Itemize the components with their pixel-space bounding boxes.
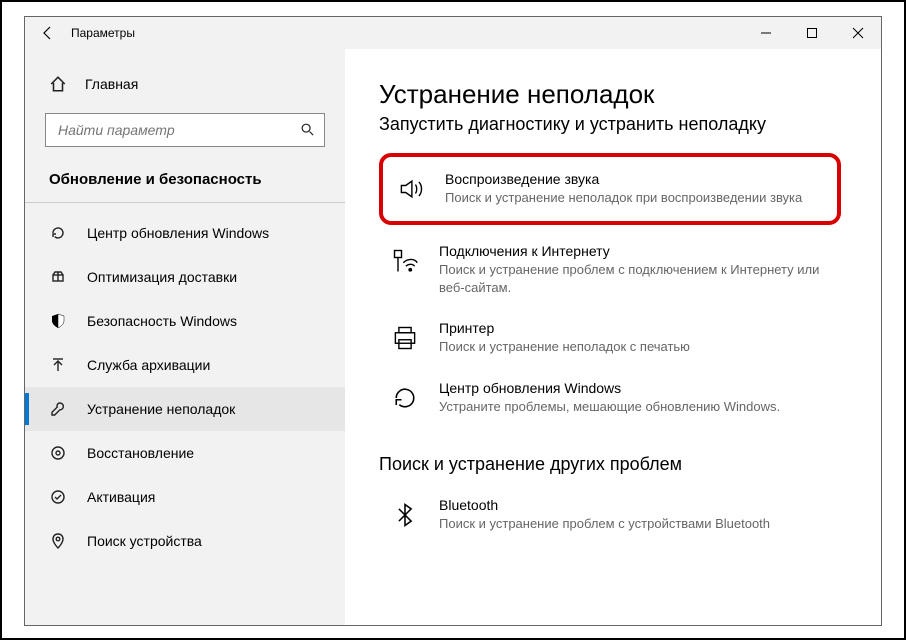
find-device-icon <box>49 532 67 550</box>
bluetooth-icon <box>387 497 423 533</box>
wrench-icon <box>49 400 67 418</box>
troubleshoot-item-name: Воспроизведение звука <box>445 171 827 187</box>
troubleshoot-item[interactable]: Подключения к Интернету Поиск и устранени… <box>379 231 841 308</box>
shield-icon <box>49 312 67 330</box>
printer-icon <box>387 320 423 356</box>
sidebar-item-label: Служба архивации <box>87 357 210 373</box>
back-button[interactable] <box>25 17 71 49</box>
content-pane: Устранение неполадок Запустить диагности… <box>345 49 881 625</box>
sidebar-item-label: Оптимизация доставки <box>87 269 237 285</box>
section2-title: Поиск и устранение других проблем <box>379 454 841 475</box>
troubleshoot-item-desc: Поиск и устранение неполадок при воспрои… <box>445 189 827 207</box>
sidebar-item-label: Активация <box>87 489 155 505</box>
sidebar-item-find-device[interactable]: Поиск устройства <box>25 519 345 563</box>
troubleshoot-item-desc: Поиск и устранение проблем с устройствам… <box>439 515 833 533</box>
sidebar-item-activation[interactable]: Активация <box>25 475 345 519</box>
sidebar-item-recovery[interactable]: Восстановление <box>25 431 345 475</box>
troubleshoot-item-name: Bluetooth <box>439 497 833 513</box>
page-title: Устранение неполадок <box>379 79 841 110</box>
backup-icon <box>49 356 67 374</box>
sidebar-item-label: Поиск устройства <box>87 533 202 549</box>
sidebar-item-label: Устранение неполадок <box>87 401 235 417</box>
titlebar: Параметры <box>25 17 881 49</box>
sidebar-divider <box>25 202 345 203</box>
troubleshoot-item[interactable]: Центр обновления Windows Устраните пробле… <box>379 368 841 428</box>
search-icon <box>300 122 314 139</box>
sidebar-item-label: Центр обновления Windows <box>87 225 269 241</box>
troubleshoot-item[interactable]: Воспроизведение звука Поиск и устранение … <box>385 159 835 219</box>
troubleshoot-item-desc: Поиск и устранение неполадок с печатью <box>439 338 833 356</box>
sidebar-item-shield[interactable]: Безопасность Windows <box>25 299 345 343</box>
sidebar-item-label: Безопасность Windows <box>87 313 237 329</box>
sidebar: Главная Обновление и безопасность Центр … <box>25 49 345 625</box>
troubleshoot-item-desc: Поиск и устранение проблем с подключение… <box>439 261 833 296</box>
sidebar-item-label: Восстановление <box>87 445 194 461</box>
troubleshoot-item-desc: Устраните проблемы, мешающие обновлению … <box>439 398 833 416</box>
close-button[interactable] <box>835 17 881 49</box>
speaker-icon <box>393 171 429 207</box>
troubleshoot-item-name: Подключения к Интернету <box>439 243 833 259</box>
sidebar-item-backup[interactable]: Служба архивации <box>25 343 345 387</box>
troubleshoot-item[interactable]: Bluetooth Поиск и устранение проблем с ус… <box>379 485 841 545</box>
section-heading: Обновление и безопасность <box>25 161 345 198</box>
activation-icon <box>49 488 67 506</box>
search-input[interactable] <box>56 121 300 139</box>
delivery-icon <box>49 268 67 286</box>
refresh-icon <box>387 380 423 416</box>
sidebar-item-refresh[interactable]: Центр обновления Windows <box>25 211 345 255</box>
window-title: Параметры <box>71 26 135 40</box>
settings-window: Параметры Главная <box>24 16 882 626</box>
recovery-icon <box>49 444 67 462</box>
home-icon <box>49 75 67 93</box>
wifi-icon <box>387 243 423 279</box>
highlight-box: Воспроизведение звука Поиск и устранение … <box>379 153 841 225</box>
sidebar-item-wrench[interactable]: Устранение неполадок <box>25 387 345 431</box>
search-box[interactable] <box>45 113 325 147</box>
page-subtitle: Запустить диагностику и устранить непола… <box>379 114 841 135</box>
home-link[interactable]: Главная <box>25 65 345 103</box>
troubleshoot-item-name: Принтер <box>439 320 833 336</box>
home-label: Главная <box>85 76 138 92</box>
minimize-button[interactable] <box>743 17 789 49</box>
refresh-icon <box>49 224 67 242</box>
troubleshoot-item[interactable]: Принтер Поиск и устранение неполадок с пе… <box>379 308 841 368</box>
maximize-button[interactable] <box>789 17 835 49</box>
troubleshoot-item-name: Центр обновления Windows <box>439 380 833 396</box>
sidebar-item-delivery[interactable]: Оптимизация доставки <box>25 255 345 299</box>
